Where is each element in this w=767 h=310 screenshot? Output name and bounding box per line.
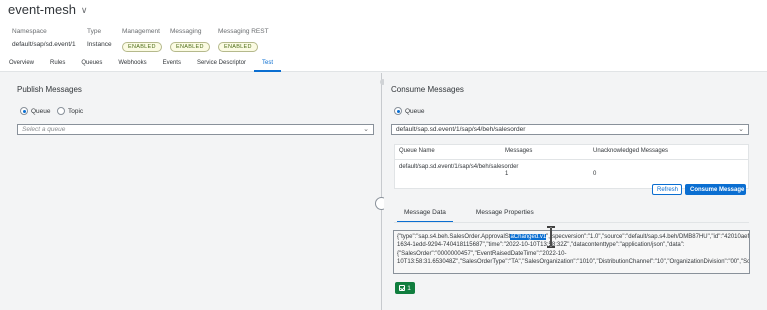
publish-title: Publish Messages [17, 85, 82, 94]
attr-messaging-rest: Messaging REST ENABLED [218, 28, 269, 53]
column-header: Unacknowledged Messages [593, 148, 669, 154]
consume-title: Consume Messages [391, 85, 464, 94]
publish-radio-topic[interactable]: Topic [57, 107, 83, 115]
attr-label: Type [87, 28, 102, 35]
tab-test[interactable]: Test [253, 58, 281, 72]
message-count: 1 [407, 284, 411, 292]
tab-queues[interactable]: Queues [73, 58, 110, 72]
attr-label: Management [122, 28, 160, 35]
tab-underline [394, 222, 749, 223]
tab-service-descriptor[interactable]: Service Descriptor [189, 58, 254, 72]
attr-label: Messaging [170, 28, 202, 35]
select-placeholder: Select a queue [22, 126, 66, 133]
chevron-down-icon: ⌄ [738, 126, 744, 133]
page-header: event-mesh ∨ Namespace default/sap/sd.ev… [0, 0, 767, 72]
tab-message-properties[interactable]: Message Properties [469, 209, 541, 223]
queue-table: Queue Name Messages Unacknowledged Messa… [394, 144, 749, 189]
radio-unselected-icon [57, 107, 65, 115]
consume-radio-queue[interactable]: Queue [394, 107, 425, 115]
column-header: Messages [505, 148, 533, 154]
table-header: Queue Name Messages Unacknowledged Messa… [395, 145, 748, 160]
attr-label: Namespace [12, 28, 47, 35]
status-badge: ENABLED [122, 42, 162, 52]
chevron-down-icon: ⌄ [363, 126, 369, 133]
attr-value: default/sap/sd.event/1 [12, 41, 76, 48]
publish-radio-queue[interactable]: Queue [20, 107, 51, 115]
checkbox-icon [399, 285, 406, 291]
refresh-button[interactable]: Refresh [652, 184, 682, 195]
attr-management: Management ENABLED [122, 28, 162, 53]
tab-events[interactable]: Events [155, 58, 189, 72]
title-row: event-mesh ∨ [8, 2, 88, 17]
message-tab-bar: Message Data Message Properties [397, 209, 541, 223]
attr-value: Instance [87, 41, 112, 48]
consume-message-button[interactable]: Consume Message [685, 184, 746, 195]
text-cursor-icon [547, 226, 555, 248]
radio-selected-icon [20, 107, 28, 115]
attr-label: Messaging REST [218, 28, 269, 35]
tab-rules[interactable]: Rules [42, 58, 73, 72]
page-title: event-mesh [8, 2, 76, 17]
select-value: default/sap.sd.event/1/sap/s4/beh/saleso… [396, 126, 526, 133]
radio-selected-icon [394, 107, 402, 115]
attr-namespace: Namespace default/sap/sd.event/1 [12, 28, 76, 48]
message-text: {"type":"sap.s4.beh.SalesOrder.ApprovalS… [397, 234, 511, 240]
radio-label: Topic [68, 107, 84, 115]
status-badge: ENABLED [170, 42, 210, 52]
attr-type: Type Instance [87, 28, 112, 48]
publish-queue-select[interactable]: Select a queue ⌄ [17, 124, 374, 135]
message-count-button[interactable]: 1 [395, 282, 415, 294]
messages-cell: 1 [505, 171, 509, 177]
tab-overview[interactable]: Overview [0, 58, 42, 72]
consume-queue-select[interactable]: default/sap.sd.event/1/sap/s4/beh/saleso… [391, 124, 749, 135]
attr-messaging: Messaging ENABLED [170, 28, 210, 53]
column-header: Queue Name [399, 148, 435, 154]
status-badge: ENABLED [218, 42, 258, 52]
tab-message-data[interactable]: Message Data [397, 209, 453, 223]
message-text-selection: aChanged.v1 [510, 234, 547, 240]
radio-label: Queue [31, 107, 51, 115]
message-data-textarea[interactable]: {"type":"sap.s4.beh.SalesOrder.ApprovalS… [393, 230, 750, 274]
queue-name-cell: default/sap.sd.event/1/sap/s4/beh/saleso… [399, 164, 519, 170]
tab-webhooks[interactable]: Webhooks [110, 58, 154, 72]
radio-label: Queue [405, 107, 425, 115]
pane-divider [381, 73, 382, 310]
chevron-down-icon[interactable]: ∨ [81, 5, 88, 16]
tab-bar: Overview Rules Queues Webhooks Events Se… [0, 58, 281, 72]
